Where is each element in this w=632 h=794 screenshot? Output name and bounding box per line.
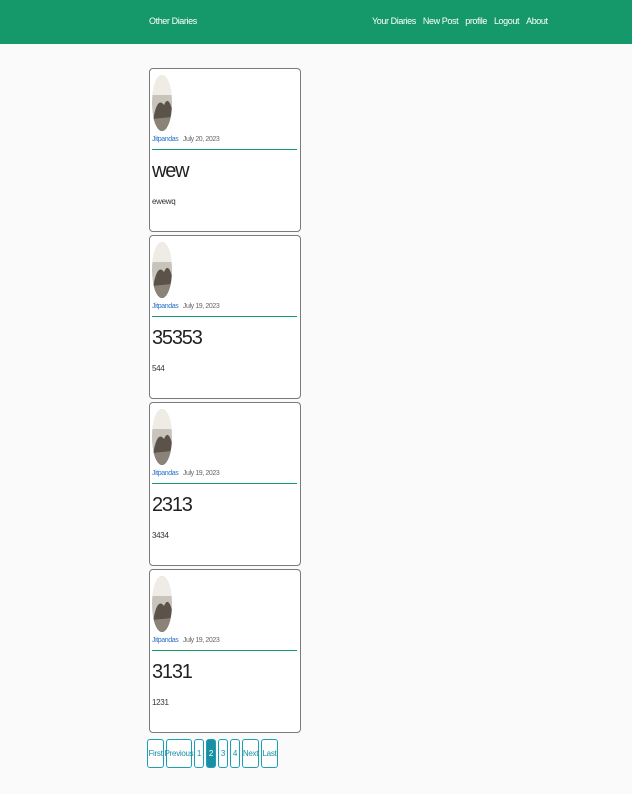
post-list: Jitpandas July 20, 2023 wew ewewq Jitpan… xyxy=(149,68,301,736)
post-meta: Jitpandas July 19, 2023 xyxy=(152,303,220,310)
page-4-button[interactable]: 4 xyxy=(230,739,240,768)
author-avatar xyxy=(152,75,172,131)
page-1-button[interactable]: 1 xyxy=(194,739,204,768)
divider xyxy=(152,149,297,150)
post-content: 544 xyxy=(152,364,165,373)
author-avatar xyxy=(152,242,172,298)
brand-link[interactable]: Other Diaries xyxy=(149,16,197,26)
divider xyxy=(152,316,297,317)
post-date: July 19, 2023 xyxy=(182,303,220,310)
post-meta: Jitpandas July 19, 2023 xyxy=(152,637,220,644)
page-2-button[interactable]: 2 xyxy=(206,739,216,768)
post-content: 1231 xyxy=(152,698,169,707)
author-avatar xyxy=(152,576,172,632)
pagination: First Previous 1 2 3 4 Next Last xyxy=(147,739,278,768)
page-next-button[interactable]: Next xyxy=(242,739,259,768)
post-title[interactable]: 3131 xyxy=(152,661,193,684)
post-date: July 19, 2023 xyxy=(182,637,220,644)
post-title[interactable]: wew xyxy=(152,160,190,183)
page-last-button[interactable]: Last xyxy=(261,739,278,768)
author-link[interactable]: Jitpandas xyxy=(152,136,179,143)
nav-about[interactable]: About xyxy=(526,16,548,26)
nav-logout[interactable]: Logout xyxy=(494,16,520,26)
author-link[interactable]: Jitpandas xyxy=(152,637,179,644)
nav-new-post[interactable]: New Post xyxy=(423,16,459,26)
author-avatar xyxy=(152,409,172,465)
post-card: Jitpandas July 20, 2023 wew ewewq xyxy=(149,68,301,232)
post-card: Jitpandas July 19, 2023 35353 544 xyxy=(149,235,301,399)
page-first-button[interactable]: First xyxy=(147,739,164,768)
divider xyxy=(152,483,297,484)
post-date: July 20, 2023 xyxy=(182,136,220,143)
author-link[interactable]: Jitpandas xyxy=(152,303,179,310)
divider xyxy=(152,650,297,651)
post-meta: Jitpandas July 20, 2023 xyxy=(152,136,220,143)
navbar: Other Diaries Your Diaries New Post prof… xyxy=(0,0,632,44)
nav-your-diaries[interactable]: Your Diaries xyxy=(372,16,416,26)
post-meta: Jitpandas July 19, 2023 xyxy=(152,470,220,477)
post-content: 3434 xyxy=(152,531,169,540)
nav-profile[interactable]: profile xyxy=(465,16,487,26)
post-card: Jitpandas July 19, 2023 2313 3434 xyxy=(149,402,301,566)
post-title[interactable]: 2313 xyxy=(152,494,193,517)
author-link[interactable]: Jitpandas xyxy=(152,470,179,477)
post-title[interactable]: 35353 xyxy=(152,327,203,350)
post-date: July 19, 2023 xyxy=(182,470,220,477)
post-content: ewewq xyxy=(152,197,176,206)
nav-links: Your Diaries New Post profile Logout Abo… xyxy=(372,16,548,26)
page-3-button[interactable]: 3 xyxy=(218,739,228,768)
page-previous-button[interactable]: Previous xyxy=(165,739,194,768)
post-card: Jitpandas July 19, 2023 3131 1231 xyxy=(149,569,301,733)
